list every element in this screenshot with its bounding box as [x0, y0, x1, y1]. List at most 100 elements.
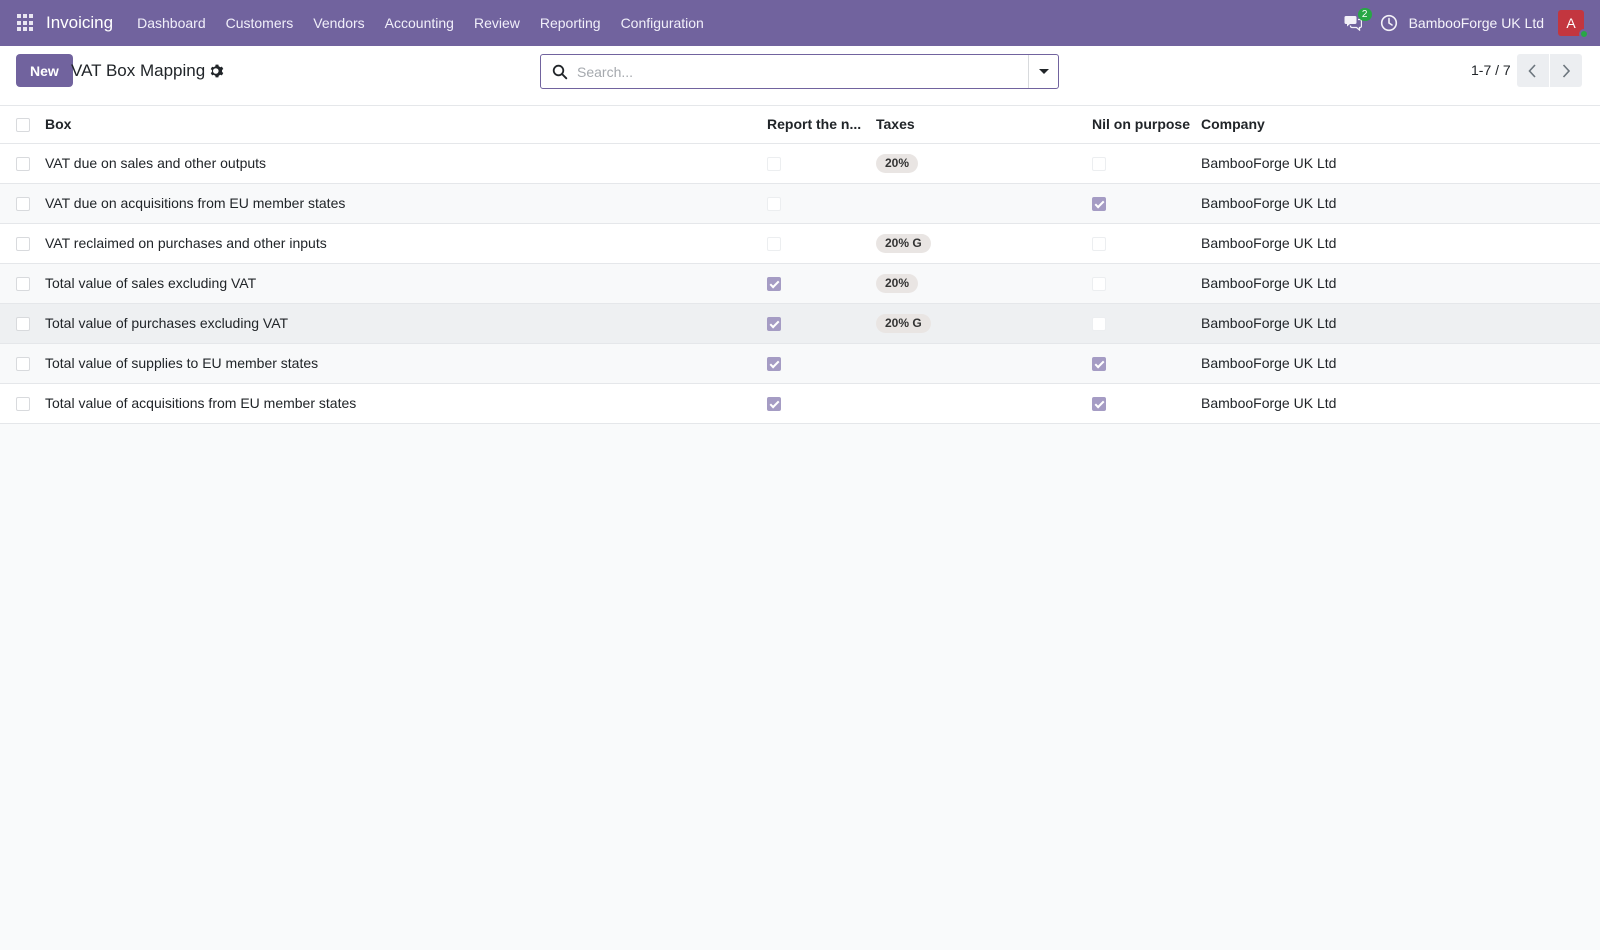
cell-taxes: 20% G [876, 303, 1092, 344]
cell-company: BambooForge UK Ltd [1201, 223, 1600, 264]
cell-report [767, 223, 876, 264]
cell-taxes [876, 383, 1092, 424]
nil-on-purpose-checkbox[interactable] [1092, 277, 1106, 292]
report-checkbox[interactable] [767, 357, 781, 372]
tax-tag: 20% [876, 273, 919, 293]
table-row[interactable]: Total value of purchases excluding VAT 20… [0, 303, 1600, 344]
row-select-cell [0, 303, 45, 344]
activity-clock-icon[interactable] [1380, 14, 1398, 32]
new-button[interactable]: New [16, 54, 73, 87]
nil-on-purpose-checkbox[interactable] [1092, 317, 1106, 332]
report-checkbox[interactable] [767, 237, 781, 252]
cell-taxes: 20% [876, 143, 1092, 184]
nil-on-purpose-checkbox[interactable] [1092, 197, 1106, 212]
cell-company: BambooForge UK Ltd [1201, 303, 1600, 344]
messaging-icon[interactable]: 2 [1344, 8, 1372, 33]
company-switcher[interactable]: BambooForge UK Ltd [1409, 15, 1544, 31]
table-row[interactable]: Total value of supplies to EU member sta… [0, 343, 1600, 384]
report-checkbox[interactable] [767, 197, 781, 212]
user-avatar[interactable]: A [1558, 10, 1589, 39]
tax-tag: 20% [876, 153, 919, 173]
header-box[interactable]: Box [45, 106, 767, 144]
gear-icon[interactable] [209, 63, 225, 79]
cell-box: VAT due on acquisitions from EU member s… [45, 183, 767, 224]
menu-dashboard[interactable]: Dashboard [127, 0, 216, 46]
report-checkbox[interactable] [767, 277, 781, 292]
report-checkbox[interactable] [767, 317, 781, 332]
table-row[interactable]: VAT due on sales and other outputs 20% Bam… [0, 143, 1600, 184]
tax-tag: 20% G [876, 233, 931, 253]
cell-box: Total value of acquisitions from EU memb… [45, 383, 767, 424]
cell-report [767, 143, 876, 184]
cell-company: BambooForge UK Ltd [1201, 343, 1600, 384]
header-company[interactable]: Company [1201, 106, 1600, 144]
row-select-checkbox[interactable] [16, 157, 30, 172]
cell-box: VAT due on sales and other outputs [45, 143, 767, 184]
header-nil-on-purpose[interactable]: Nil on purpose [1092, 106, 1201, 144]
menu-configuration[interactable]: Configuration [611, 0, 714, 46]
menu-review[interactable]: Review [464, 0, 530, 46]
control-panel: New VAT Box Mapping 1-7 / 7 [0, 46, 1600, 106]
pager-next-button[interactable] [1550, 54, 1582, 87]
menu-accounting[interactable]: Accounting [375, 0, 464, 46]
cell-nil-on-purpose [1092, 183, 1201, 224]
list-table: Box Report the n... Taxes Nil on purpose… [0, 106, 1600, 424]
select-all-checkbox[interactable] [16, 118, 30, 133]
cell-taxes: 20% G [876, 223, 1092, 264]
nil-on-purpose-checkbox[interactable] [1092, 397, 1106, 412]
table-body: VAT due on sales and other outputs 20% Bam… [0, 143, 1600, 424]
cell-nil-on-purpose [1092, 303, 1201, 344]
cell-nil-on-purpose [1092, 223, 1201, 264]
cell-company: BambooForge UK Ltd [1201, 143, 1600, 184]
header-taxes[interactable]: Taxes [876, 106, 1092, 144]
nil-on-purpose-checkbox[interactable] [1092, 357, 1106, 372]
header-report[interactable]: Report the n... [767, 106, 876, 144]
cell-report [767, 303, 876, 344]
row-select-checkbox[interactable] [16, 237, 30, 252]
row-select-checkbox[interactable] [16, 197, 30, 212]
nil-on-purpose-checkbox[interactable] [1092, 237, 1106, 252]
table-row[interactable]: VAT due on acquisitions from EU member s… [0, 183, 1600, 224]
menu-vendors[interactable]: Vendors [303, 0, 374, 46]
search-input[interactable] [577, 55, 1007, 88]
table-row[interactable]: Total value of sales excluding VAT 20% Bam… [0, 263, 1600, 304]
row-select-checkbox[interactable] [16, 277, 30, 292]
cell-box: Total value of sales excluding VAT [45, 263, 767, 304]
report-checkbox[interactable] [767, 397, 781, 412]
cell-taxes [876, 343, 1092, 384]
row-select-cell [0, 143, 45, 184]
row-select-checkbox[interactable] [16, 357, 30, 372]
row-select-checkbox[interactable] [16, 317, 30, 332]
app-name[interactable]: Invoicing [46, 13, 113, 33]
cell-box: Total value of purchases excluding VAT [45, 303, 767, 344]
presence-online-icon [1579, 29, 1589, 39]
caret-down-icon [1039, 69, 1049, 74]
report-checkbox[interactable] [767, 157, 781, 172]
cell-nil-on-purpose [1092, 383, 1201, 424]
search-options-toggle[interactable] [1028, 55, 1058, 88]
cell-nil-on-purpose [1092, 343, 1201, 384]
menu-reporting[interactable]: Reporting [530, 0, 611, 46]
cell-box: Total value of supplies to EU member sta… [45, 343, 767, 384]
top-navbar: Invoicing Dashboard Customers Vendors Ac… [0, 0, 1600, 46]
cell-taxes [876, 183, 1092, 224]
nil-on-purpose-checkbox[interactable] [1092, 157, 1106, 172]
cell-report [767, 263, 876, 304]
cell-report [767, 383, 876, 424]
page-title: VAT Box Mapping [71, 61, 206, 80]
row-select-checkbox[interactable] [16, 397, 30, 412]
row-select-cell [0, 343, 45, 384]
app-menu-grid-icon[interactable] [17, 14, 35, 32]
cell-report [767, 183, 876, 224]
pager-previous-button[interactable] [1517, 54, 1549, 87]
menu-customers[interactable]: Customers [216, 0, 304, 46]
search-bar [540, 54, 1059, 89]
pager-value[interactable]: 1-7 / 7 [1471, 62, 1511, 78]
table-row[interactable]: VAT reclaimed on purchases and other inp… [0, 223, 1600, 264]
tax-tag: 20% G [876, 313, 931, 333]
row-select-cell [0, 223, 45, 264]
table-row[interactable]: Total value of acquisitions from EU memb… [0, 383, 1600, 424]
avatar-letter: A [1566, 15, 1576, 31]
cell-company: BambooForge UK Ltd [1201, 183, 1600, 224]
select-all-cell [0, 106, 45, 144]
